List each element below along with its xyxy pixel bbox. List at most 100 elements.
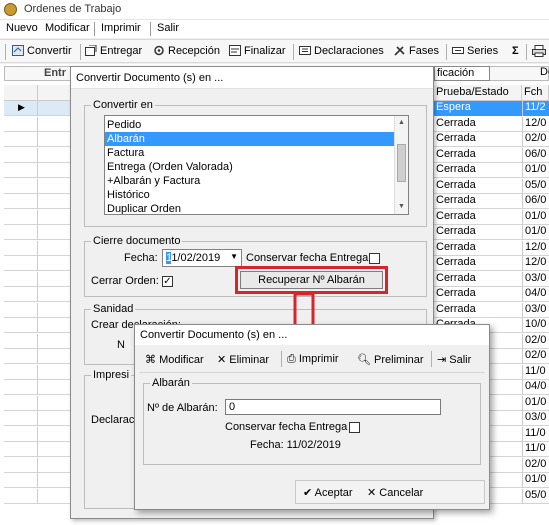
list-item[interactable]: Histórico xyxy=(105,188,395,202)
cell-fch: 04/0 xyxy=(522,287,549,302)
finalizar-label: Finalizar xyxy=(244,45,286,57)
cell-fch: 01/0 xyxy=(522,473,549,488)
cell-fch: 11/2 xyxy=(522,101,549,116)
fecha-text: Fecha: 11/02/2019 xyxy=(250,439,341,451)
row-header[interactable] xyxy=(4,411,38,426)
scroll-thumb[interactable] xyxy=(397,144,406,182)
row-header[interactable] xyxy=(4,333,38,349)
row-header[interactable] xyxy=(4,132,38,147)
cell-fch: 02/0 xyxy=(522,349,549,364)
n-label: N xyxy=(117,339,125,351)
numero-albaran-input[interactable]: 0 xyxy=(225,399,441,415)
row-header[interactable] xyxy=(4,209,38,225)
fases-button[interactable]: Fases xyxy=(394,45,439,57)
row-header[interactable] xyxy=(4,380,38,395)
recuperar-albaran-button[interactable]: Recuperar Nº Albarán xyxy=(240,271,383,289)
toolbar-separator xyxy=(431,351,432,367)
list-item[interactable]: Entrega (Orden Valorada) xyxy=(105,160,395,174)
conservar-fecha-label: Conservar fecha Entrega xyxy=(225,421,348,433)
row-header[interactable] xyxy=(4,426,38,442)
entregar-button[interactable]: Entregar xyxy=(85,44,142,57)
row-header[interactable] xyxy=(4,473,38,488)
current-row-icon: ▶ xyxy=(18,102,25,112)
finalizar-button[interactable]: Finalizar xyxy=(229,45,286,57)
list-item[interactable]: +Albarán y Factura xyxy=(105,174,395,188)
cell-fch: 03/0 xyxy=(522,302,549,318)
finalize-icon xyxy=(229,45,241,56)
menu-modificar[interactable]: Modificar xyxy=(45,22,90,34)
row-header[interactable] xyxy=(4,147,38,163)
list-scrollbar[interactable]: ▲ ▼ xyxy=(394,116,408,214)
menu-separator xyxy=(150,22,151,36)
cell-estado: Espera xyxy=(434,101,522,116)
menu-separator xyxy=(94,22,95,36)
row-header[interactable] xyxy=(4,349,38,364)
series-button[interactable]: Series xyxy=(452,45,498,57)
fecha-date-picker[interactable]: 11/02/2019 ▼ xyxy=(162,249,242,267)
column-header-estado[interactable]: Prueba/Estado xyxy=(434,85,522,101)
cell-estado: Cerrada xyxy=(436,302,476,315)
row-header[interactable] xyxy=(4,163,38,178)
preliminar-button[interactable]: 🔍︎ Preliminar xyxy=(357,353,424,366)
row-header[interactable] xyxy=(4,271,38,287)
window-titlebar: Ordenes de Trabajo xyxy=(0,0,549,20)
print-icon[interactable] xyxy=(532,45,546,60)
conservar-fecha-checkbox[interactable] xyxy=(349,422,360,433)
menu-salir[interactable]: Salir xyxy=(157,22,179,34)
convert-icon xyxy=(12,45,24,56)
row-header[interactable] xyxy=(4,442,38,457)
window-title: Ordenes de Trabajo xyxy=(24,3,122,15)
albaran-group-label: Albarán xyxy=(150,377,192,389)
albaran-toolbar: ⌘ Modificar ✕ Eliminar ⎙ Imprimir 🔍︎ Pre… xyxy=(139,347,485,373)
modificar-button[interactable]: ⌘ Modificar xyxy=(145,353,204,366)
imprimir-button[interactable]: ⎙ Imprimir xyxy=(287,353,339,366)
cell-fch: 01/0 xyxy=(522,209,549,225)
cancelar-button[interactable]: ✕ Cancelar xyxy=(367,486,423,499)
eliminar-button[interactable]: ✕ Eliminar xyxy=(217,353,269,366)
main-toolbar: Convertir Entregar Recepción Finalizar D… xyxy=(0,39,549,63)
declaracion-label: Declaraci xyxy=(91,414,137,426)
list-item[interactable]: Factura xyxy=(105,146,395,160)
cell-estado: Cerrada xyxy=(436,240,476,253)
row-header[interactable] xyxy=(4,194,38,209)
list-item[interactable]: Albarán xyxy=(105,132,395,146)
menu-imprimir[interactable]: Imprimir xyxy=(101,22,141,34)
row-header[interactable] xyxy=(4,178,38,194)
row-header[interactable] xyxy=(4,302,38,318)
cell-estado: Cerrada xyxy=(436,194,476,206)
close-icon: ✕ xyxy=(367,487,380,499)
recepcion-button[interactable]: Recepción xyxy=(153,45,220,57)
convertir-group-label: Convertir en xyxy=(91,99,155,111)
scroll-up-icon[interactable]: ▲ xyxy=(398,119,405,126)
row-header[interactable] xyxy=(4,256,38,271)
cell-fch: 04/0 xyxy=(522,380,549,395)
row-header[interactable] xyxy=(4,287,38,302)
convert-options-list[interactable]: Pedido Albarán Factura Entrega (Orden Valor… xyxy=(104,115,409,215)
cell-fch: 03/0 xyxy=(522,271,549,287)
row-header[interactable] xyxy=(4,240,38,256)
menu-nuevo[interactable]: Nuevo xyxy=(6,22,38,34)
row-header[interactable] xyxy=(4,488,38,504)
declaraciones-button[interactable]: Declaraciones xyxy=(299,45,384,57)
row-header[interactable] xyxy=(4,225,38,240)
check-icon: ✔ xyxy=(303,487,315,499)
row-header[interactable] xyxy=(4,364,38,380)
conservar-checkbox[interactable] xyxy=(369,253,380,264)
row-header[interactable]: ▶ xyxy=(4,101,38,116)
convertir-button[interactable]: Convertir xyxy=(12,45,72,57)
row-header[interactable] xyxy=(4,395,38,411)
row-header[interactable] xyxy=(4,116,38,132)
cerrar-orden-checkbox[interactable]: ✓ xyxy=(162,276,173,287)
column-header-fch[interactable]: Fch xyxy=(522,85,549,101)
row-header[interactable] xyxy=(4,318,38,333)
salir-button[interactable]: ⇥ Salir xyxy=(437,353,471,366)
chevron-down-icon[interactable]: ▼ xyxy=(230,252,238,261)
row-header[interactable] xyxy=(4,457,38,473)
sum-button[interactable]: Σ xyxy=(512,45,519,57)
list-item[interactable]: Duplicar Orden xyxy=(105,202,395,214)
convertir-label: Convertir xyxy=(27,45,72,57)
scroll-down-icon[interactable]: ▼ xyxy=(398,203,405,210)
menu-bar: Nuevo Modificar Imprimir Salir xyxy=(0,20,549,38)
aceptar-button[interactable]: ✔ Aceptar xyxy=(303,486,353,499)
list-item[interactable]: Pedido xyxy=(105,118,395,132)
